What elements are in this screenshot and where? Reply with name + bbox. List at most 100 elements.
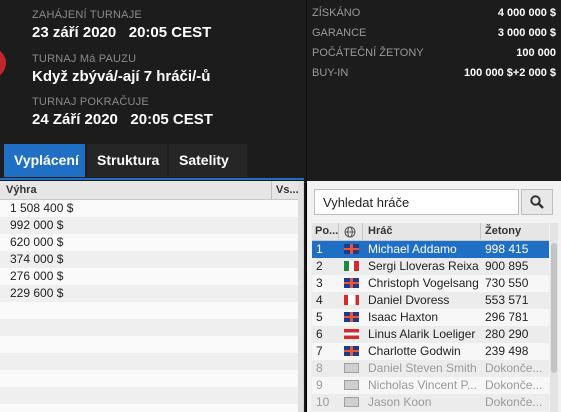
tab-bar: Vyplácení Struktura Satelity bbox=[4, 144, 249, 177]
player-name: Sergi Lloveras Reixa... bbox=[368, 259, 480, 273]
payout-row: 229 600 $ bbox=[0, 285, 298, 302]
stat-value: 100 000 $+2 000 $ bbox=[463, 67, 556, 79]
tab-satellites[interactable]: Satelity bbox=[169, 144, 247, 177]
flag-gb-icon bbox=[344, 312, 359, 322]
player-row[interactable]: 6 Linus Alarik Loeliger 280 290 bbox=[312, 326, 549, 343]
stat-row: ZÍSKÁNO 4 000 000 $ bbox=[312, 7, 556, 23]
player-name: Jason Koon bbox=[368, 395, 432, 409]
players-header-chips[interactable]: Žetony bbox=[485, 225, 521, 237]
player-chips: 553 571 bbox=[485, 293, 529, 307]
player-chips: 296 781 bbox=[485, 310, 529, 324]
player-chips: 239 498 bbox=[485, 344, 529, 358]
players-panel: Vyhledat hráče Po... Hráč Žetony 1 Micha… bbox=[306, 181, 561, 412]
player-row[interactable]: 4 Daniel Dvoress 553 571 bbox=[312, 292, 549, 309]
flag-gb-icon bbox=[344, 346, 359, 356]
player-name: Isaac Haxton bbox=[368, 310, 439, 324]
flag-ca-icon bbox=[344, 295, 359, 305]
payout-row-empty bbox=[0, 319, 298, 336]
paused-value: Když zbývá/-ají 7 hráči/-ů bbox=[32, 68, 211, 85]
players-header-position[interactable]: Po... bbox=[315, 225, 338, 237]
resume-value: 24 Září 2020 20:05 CEST bbox=[32, 111, 213, 128]
payout-row-empty bbox=[0, 353, 298, 370]
payout-amount: 1 508 400 $ bbox=[10, 201, 74, 215]
player-chips: 900 895 bbox=[485, 259, 529, 273]
player-row[interactable]: 8 Daniel Steven Smith Dokonče... bbox=[312, 360, 549, 377]
stat-label: GARANCE bbox=[312, 27, 367, 39]
search-button[interactable] bbox=[521, 189, 553, 215]
payout-amount: 276 000 $ bbox=[10, 269, 64, 283]
player-name: Linus Alarik Loeliger bbox=[368, 327, 476, 341]
players-header-player[interactable]: Hráč bbox=[368, 225, 392, 237]
tournament-info-panel: ZAHÁJENÍ TURNAJE 23 září 2020 20:05 CEST… bbox=[0, 0, 304, 180]
column-divider bbox=[362, 223, 363, 240]
players-scrollbar[interactable] bbox=[550, 223, 558, 412]
flag-icon bbox=[344, 380, 359, 390]
player-chips: Dokonče... bbox=[485, 361, 543, 375]
player-chips: 280 290 bbox=[485, 327, 529, 341]
player-position: 3 bbox=[316, 276, 323, 290]
flag-gb-icon bbox=[344, 278, 359, 288]
payout-row: 992 000 $ bbox=[0, 217, 298, 234]
stat-value: 4 000 000 $ bbox=[497, 7, 556, 19]
brand-logo bbox=[0, 48, 6, 78]
stat-label: ZÍSKÁNO bbox=[312, 7, 361, 19]
player-position: 6 bbox=[316, 327, 323, 341]
flag-gb-icon bbox=[344, 244, 359, 254]
column-divider bbox=[480, 223, 481, 240]
player-search-input[interactable]: Vyhledat hráče bbox=[314, 189, 519, 215]
player-row[interactable]: 2 Sergi Lloveras Reixa... 900 895 bbox=[312, 258, 549, 275]
paused-label: TURNAJ Má PAUZU bbox=[32, 53, 137, 65]
payout-row-empty bbox=[0, 387, 298, 404]
player-name: Christoph Vogelsang bbox=[368, 276, 479, 290]
payout-row: 1 508 400 $ bbox=[0, 200, 298, 217]
player-chips: Dokonče... bbox=[485, 378, 543, 392]
player-name: Michael Addamo bbox=[368, 242, 457, 256]
player-name: Nicholas Vincent P... bbox=[368, 378, 477, 392]
stat-value: 100 000 bbox=[516, 47, 556, 59]
flag-mx-icon bbox=[344, 261, 359, 271]
search-icon bbox=[530, 195, 544, 209]
player-row[interactable]: 1 Michael Addamo 998 415 bbox=[312, 241, 549, 258]
scrollbar-thumb[interactable] bbox=[551, 243, 557, 373]
player-row[interactable]: 10 Jason Koon Dokonče... bbox=[312, 394, 549, 411]
stat-label: BUY-IN bbox=[312, 67, 349, 79]
player-row[interactable]: 9 Nicholas Vincent P... Dokonče... bbox=[312, 377, 549, 394]
player-row[interactable]: 7 Charlotte Godwin 239 498 bbox=[312, 343, 549, 360]
payout-row: 374 000 $ bbox=[0, 251, 298, 268]
player-name: Charlotte Godwin bbox=[368, 344, 461, 358]
payout-row-empty bbox=[0, 370, 298, 387]
player-chips: 730 550 bbox=[485, 276, 529, 290]
flag-icon bbox=[344, 363, 359, 373]
player-position: 1 bbox=[316, 242, 323, 256]
tab-payouts[interactable]: Vyplácení bbox=[4, 144, 85, 177]
tab-underline bbox=[0, 178, 304, 180]
payout-amount: 992 000 $ bbox=[10, 218, 64, 232]
payout-header-other[interactable]: Vs... bbox=[276, 184, 299, 196]
payout-row-empty bbox=[0, 336, 298, 353]
flag-icon bbox=[344, 397, 359, 407]
player-position: 8 bbox=[316, 361, 323, 375]
start-label: ZAHÁJENÍ TURNAJE bbox=[32, 9, 142, 21]
players-header: Po... Hráč Žetony bbox=[312, 223, 549, 241]
flag-at-icon bbox=[344, 329, 359, 339]
player-row[interactable]: 3 Christoph Vogelsang 730 550 bbox=[312, 275, 549, 292]
payout-table: Výhra Vs... 1 508 400 $ 992 000 $ 620 00… bbox=[0, 181, 304, 412]
payout-scrollbar[interactable] bbox=[298, 181, 303, 412]
player-position: 4 bbox=[316, 293, 323, 307]
stat-row: BUY-IN 100 000 $+2 000 $ bbox=[312, 67, 556, 83]
stat-row: GARANCE 3 000 000 $ bbox=[312, 27, 556, 43]
player-position: 5 bbox=[316, 310, 323, 324]
column-divider bbox=[338, 223, 339, 240]
stat-label: POČÁTEČNÍ ŽETONY bbox=[312, 47, 424, 59]
payout-amount: 229 600 $ bbox=[10, 286, 64, 300]
player-name: Daniel Steven Smith bbox=[368, 361, 477, 375]
payout-row: 620 000 $ bbox=[0, 234, 298, 251]
player-row[interactable]: 5 Isaac Haxton 296 781 bbox=[312, 309, 549, 326]
stat-row: POČÁTEČNÍ ŽETONY 100 000 bbox=[312, 47, 556, 63]
tab-structure[interactable]: Struktura bbox=[87, 144, 167, 177]
payout-amount: 374 000 $ bbox=[10, 252, 64, 266]
player-chips: Dokonče... bbox=[485, 395, 543, 409]
payout-header-prize[interactable]: Výhra bbox=[6, 184, 37, 196]
globe-icon[interactable] bbox=[344, 226, 356, 238]
player-position: 2 bbox=[316, 259, 323, 273]
